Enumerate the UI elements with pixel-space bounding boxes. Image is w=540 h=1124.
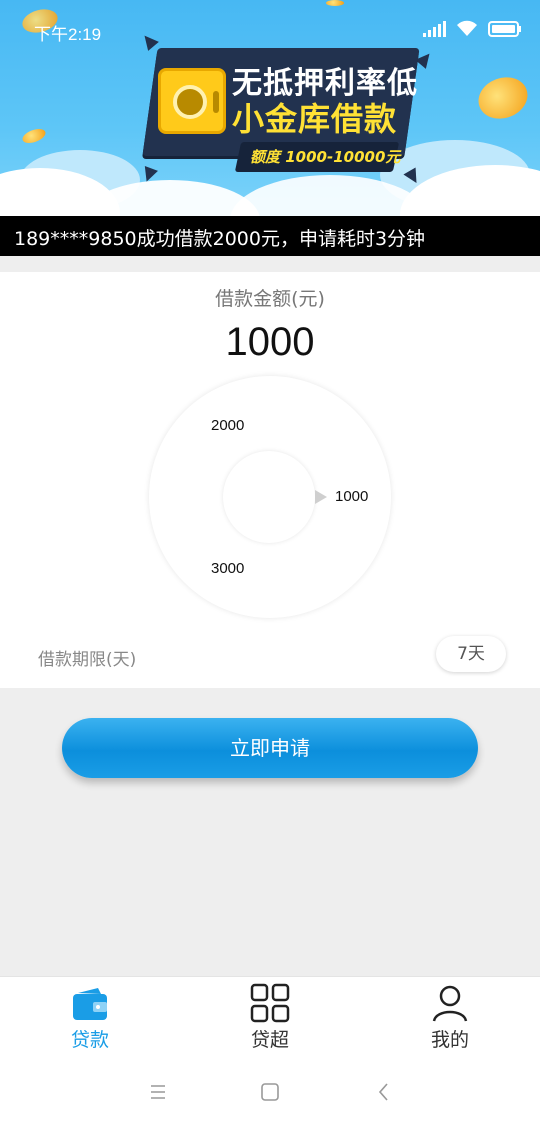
nav-label-loan: 贷款 (70, 1029, 109, 1051)
bottom-nav: 贷款 贷超 我的 (0, 976, 540, 1060)
amount-value: 1000 (225, 320, 315, 364)
status-icons (423, 20, 522, 37)
promo-banner[interactable]: 无抵押利率低 小金库借款 额度 1000-10000元 下午2:19 (0, 0, 540, 216)
dial-option-1000[interactable]: 1000 (335, 488, 368, 505)
safe-handle (213, 91, 219, 113)
back-icon[interactable] (372, 1080, 396, 1104)
menu-icon[interactable] (146, 1080, 170, 1104)
nav-item-market[interactable]: 贷超 (180, 977, 360, 1061)
coin-decoration (20, 126, 48, 146)
nav-item-loan[interactable]: 贷款 (0, 977, 180, 1061)
status-time: 下午2:19 (34, 25, 102, 44)
wallet-icon (70, 983, 110, 1023)
battery-icon (488, 20, 522, 37)
amount-dial-center[interactable] (223, 451, 315, 543)
wifi-icon (456, 20, 478, 37)
dial-option-2000[interactable]: 2000 (211, 417, 244, 434)
dial-pointer-icon (315, 490, 327, 504)
loan-card: 借款金额(元) 1000 2000 1000 3000 借款期限(天) 7天 (0, 272, 540, 688)
coin-decoration (472, 70, 534, 126)
home-icon[interactable] (258, 1080, 282, 1104)
safe-dial (173, 85, 207, 119)
system-nav-bar (0, 1060, 540, 1124)
banner-subheadline: 小金库借款 (232, 100, 398, 138)
safe-icon (158, 68, 226, 134)
status-bar: 下午2:19 (0, 0, 540, 60)
signal-icon (423, 20, 446, 37)
nav-label-market: 贷超 (250, 1029, 289, 1051)
amount-label: 借款金额(元) (215, 288, 325, 310)
ticker-text: 189****9850成功借款2000元，申请耗时3分钟 (14, 228, 426, 250)
grid-icon (250, 983, 290, 1023)
apply-button[interactable]: 立即申请 (62, 718, 478, 778)
person-icon (430, 983, 470, 1023)
term-selector[interactable]: 7天 (436, 636, 506, 672)
nav-label-mine: 我的 (430, 1029, 469, 1051)
nav-item-mine[interactable]: 我的 (360, 977, 540, 1061)
term-label: 借款期限(天) (38, 650, 137, 670)
app-screen: 无抵押利率低 小金库借款 额度 1000-10000元 下午2:19 189**… (0, 0, 540, 1124)
dial-option-3000[interactable]: 3000 (211, 560, 244, 577)
banner-quota-text: 额度 1000-10000元 (250, 148, 401, 166)
success-ticker: 189****9850成功借款2000元，申请耗时3分钟 (0, 216, 540, 256)
